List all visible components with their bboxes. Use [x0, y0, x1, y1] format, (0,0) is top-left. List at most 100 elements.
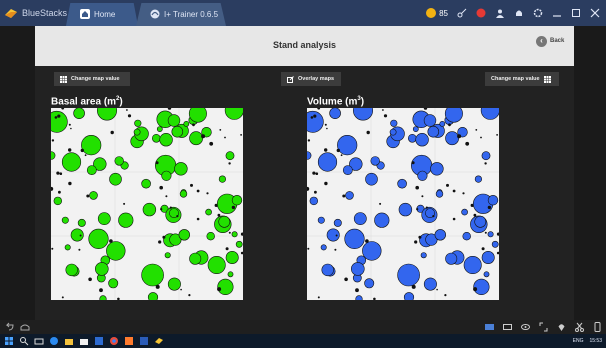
tree-marker — [231, 194, 243, 206]
tree-marker — [162, 235, 166, 239]
tree-marker — [61, 296, 64, 299]
tree-marker — [474, 175, 482, 183]
windows-start-icon[interactable] — [4, 336, 14, 346]
tree-marker — [313, 114, 317, 118]
tree-marker — [403, 292, 415, 300]
volume-map[interactable] — [307, 108, 499, 300]
search-icon[interactable] — [19, 336, 29, 346]
page-title: Stand analysis — [272, 40, 337, 50]
user-icon[interactable] — [495, 8, 505, 18]
tree-marker — [370, 156, 380, 166]
tree-marker — [408, 133, 417, 143]
app-name: BlueStacks — [22, 8, 68, 18]
overlay-maps-button[interactable]: Overlay maps — [281, 72, 341, 86]
tree-marker — [158, 240, 162, 244]
tree-marker — [496, 232, 499, 236]
tree-marker — [108, 278, 119, 289]
tree-marker — [483, 271, 490, 278]
tree-marker — [415, 133, 429, 147]
settings-gear-icon[interactable] — [533, 8, 543, 18]
tree-marker — [209, 141, 214, 146]
tree-marker — [53, 196, 63, 206]
tree-marker — [481, 151, 491, 161]
coin-counter[interactable]: 85 — [426, 8, 448, 18]
taskbar-app-icon[interactable] — [94, 336, 104, 346]
tree-marker — [473, 287, 478, 292]
location-icon[interactable] — [557, 322, 566, 332]
grid-icon — [543, 75, 551, 83]
input-language[interactable]: ENG — [573, 338, 584, 344]
back-nav-icon[interactable] — [4, 322, 14, 332]
tree-marker — [196, 217, 200, 221]
tree-marker — [155, 161, 159, 165]
file-explorer-icon[interactable] — [64, 336, 74, 346]
edge-browser-icon[interactable] — [49, 336, 59, 346]
tree-marker — [383, 114, 388, 118]
tray-people-icon[interactable] — [559, 337, 567, 345]
tree-marker — [141, 178, 151, 189]
tree-marker — [312, 171, 316, 175]
tree-marker — [114, 156, 124, 166]
change-map-value-left-button[interactable]: Change map value — [54, 72, 130, 86]
tree-marker — [452, 217, 456, 221]
clock-time[interactable]: 15:53 — [589, 338, 602, 344]
basal-area-map[interactable] — [51, 108, 243, 300]
notification-icon[interactable] — [476, 8, 486, 18]
tree-marker — [58, 190, 61, 194]
scissors-icon[interactable] — [575, 322, 584, 332]
tree-marker — [159, 133, 173, 147]
tree-marker — [397, 178, 407, 189]
change-map-value-right-button[interactable]: Change map value — [485, 72, 559, 86]
task-view-icon[interactable] — [34, 336, 44, 346]
phone-icon[interactable] — [593, 322, 602, 332]
tree-marker — [423, 277, 437, 291]
tree-marker — [225, 251, 239, 265]
bluestacks-taskbar-icon[interactable] — [154, 336, 164, 346]
home-nav-icon[interactable] — [20, 322, 30, 332]
tree-marker — [77, 218, 86, 227]
close-icon[interactable] — [590, 8, 600, 18]
minimize-icon[interactable] — [552, 8, 562, 18]
keymap-icon[interactable] — [503, 322, 512, 332]
back-button[interactable]: ‹ Back — [536, 33, 566, 49]
tree-marker — [344, 277, 348, 282]
change-map-value-left-label: Change map value — [71, 76, 120, 82]
tree-marker — [414, 240, 418, 244]
tree-marker — [51, 186, 54, 191]
tree-marker — [99, 288, 103, 293]
keyboard-icon[interactable] — [485, 322, 494, 332]
eye-icon[interactable] — [521, 322, 530, 332]
word-icon[interactable] — [139, 336, 149, 346]
tree-marker — [355, 288, 359, 293]
tree-marker — [364, 278, 375, 289]
key-icon[interactable] — [457, 8, 467, 18]
tree-marker — [445, 131, 459, 146]
tree-marker — [224, 136, 226, 139]
fullscreen-icon[interactable] — [539, 322, 548, 332]
back-arrow-icon: ‹ — [536, 35, 547, 47]
tab-trainer[interactable]: I+ Trainer 0.6.5 — [136, 3, 226, 26]
store-icon[interactable] — [79, 336, 89, 346]
tree-marker — [152, 133, 161, 143]
tree-marker — [439, 120, 446, 127]
tree-marker — [235, 240, 243, 248]
taskbar-app2-icon[interactable] — [124, 336, 134, 346]
tree-marker — [134, 119, 142, 127]
tree-marker — [156, 126, 163, 132]
chrome-icon[interactable] — [109, 336, 119, 346]
tree-marker — [379, 202, 382, 205]
tree-marker — [340, 154, 343, 157]
tab-home[interactable]: Home — [66, 3, 138, 26]
tree-marker — [79, 234, 82, 237]
tree-marker — [345, 191, 354, 200]
tree-marker — [81, 134, 102, 156]
tree-marker — [491, 240, 499, 248]
bell-icon[interactable] — [514, 8, 524, 18]
tree-marker — [99, 295, 107, 300]
tree-marker — [78, 248, 81, 251]
tree-marker — [240, 251, 243, 255]
tree-marker — [436, 288, 438, 291]
tree-marker — [496, 134, 498, 136]
tree-marker — [61, 216, 69, 224]
maximize-icon[interactable] — [571, 8, 581, 18]
